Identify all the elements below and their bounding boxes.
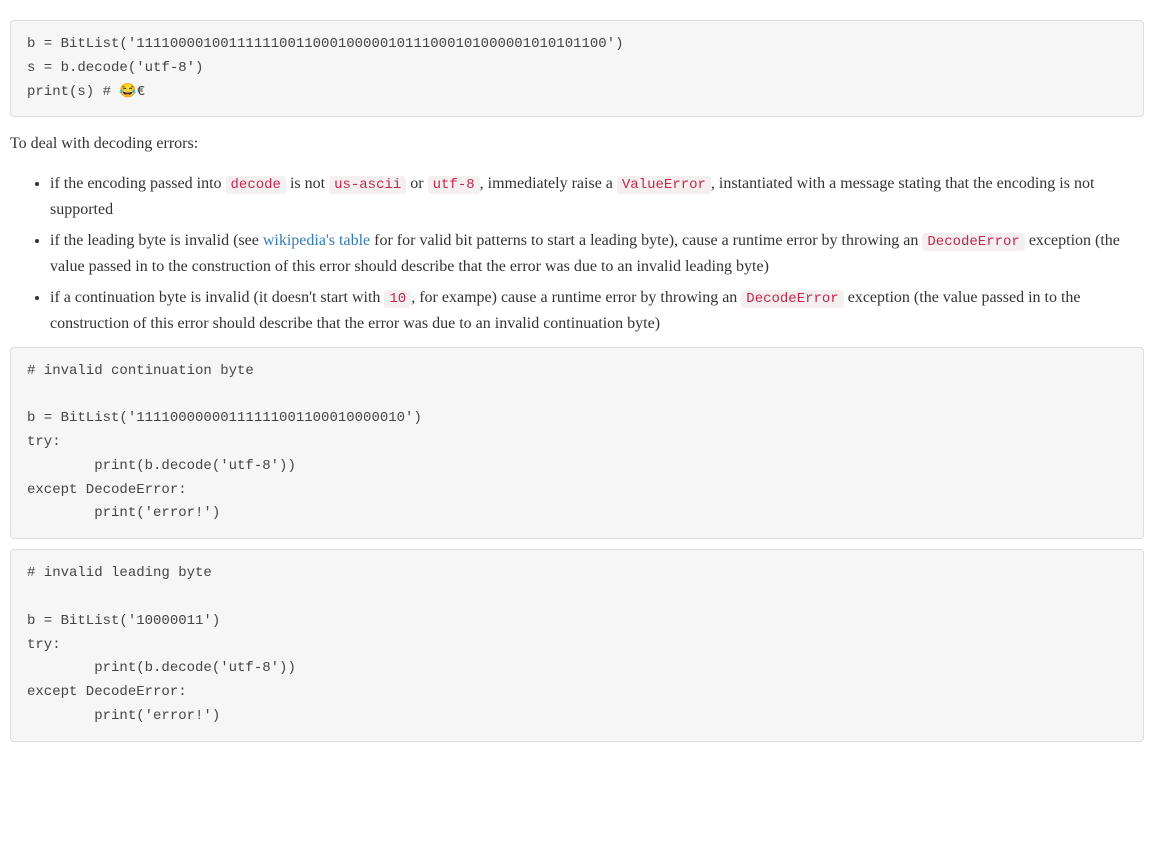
text-fragment: for for valid bit patterns to start a le… <box>370 232 922 249</box>
list-item: if the leading byte is invalid (see wiki… <box>50 228 1144 279</box>
text-fragment: is not <box>286 175 329 192</box>
inline-code-ten: 10 <box>384 290 411 308</box>
text-fragment: , immediately raise a <box>480 175 617 192</box>
text-fragment: if a continuation byte is invalid (it do… <box>50 289 384 306</box>
error-handling-list: if the encoding passed into decode is no… <box>10 171 1144 337</box>
text-fragment: or <box>406 175 427 192</box>
text-fragment: if the leading byte is invalid (see <box>50 232 263 249</box>
text-fragment: if the encoding passed into <box>50 175 226 192</box>
inline-code-valueerror: ValueError <box>617 176 711 194</box>
list-item: if a continuation byte is invalid (it do… <box>50 285 1144 336</box>
list-item: if the encoding passed into decode is no… <box>50 171 1144 222</box>
document-container: b = BitList('111100001001111110011000100… <box>10 20 1144 742</box>
intro-paragraph: To deal with decoding errors: <box>10 131 1144 157</box>
inline-code-us-ascii: us-ascii <box>329 176 406 194</box>
wikipedia-table-link[interactable]: wikipedia's table <box>263 232 370 249</box>
code-block-example-decode: b = BitList('111100001001111110011000100… <box>10 20 1144 117</box>
inline-code-decodeerror: DecodeError <box>922 233 1024 251</box>
inline-code-decode: decode <box>226 176 286 194</box>
text-fragment: , for exampe) cause a runtime error by t… <box>411 289 741 306</box>
code-block-invalid-continuation: # invalid continuation byte b = BitList(… <box>10 347 1144 540</box>
inline-code-decodeerror: DecodeError <box>741 290 843 308</box>
code-block-invalid-leading: # invalid leading byte b = BitList('1000… <box>10 549 1144 742</box>
inline-code-utf8: utf-8 <box>428 176 480 194</box>
